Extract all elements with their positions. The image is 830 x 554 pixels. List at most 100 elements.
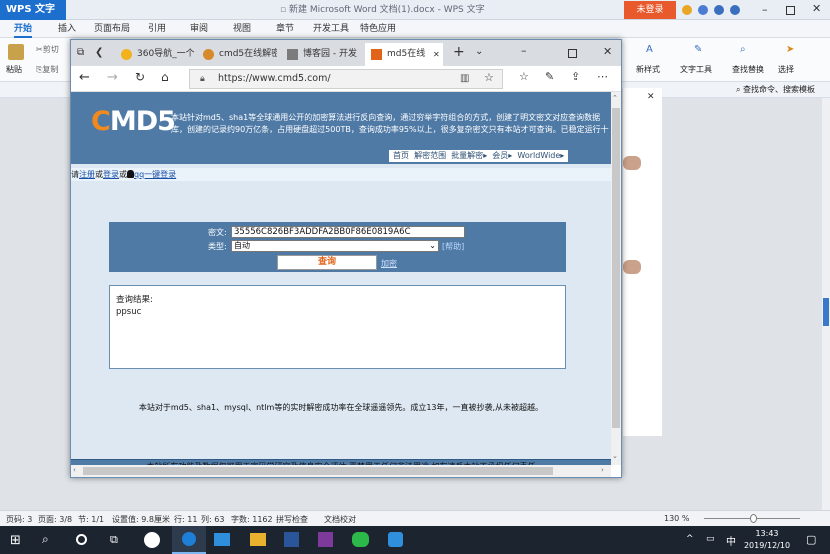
reading-view-icon[interactable]: ▥	[460, 70, 469, 88]
menu-home[interactable]: 首页	[393, 151, 409, 160]
status-wordcount[interactable]: 字数: 1162	[231, 514, 273, 525]
ime-indicator[interactable]: 中	[726, 533, 736, 548]
copy-button[interactable]: ⎘复制	[36, 64, 58, 75]
windows-start-icon[interactable]: ⊞	[10, 533, 21, 548]
tab-reference[interactable]: 引用	[148, 20, 166, 38]
browser-navbar: ← → ↻ ⌂ 🔒︎ https://www.cmd5.com/ ▥ ☆ ☆ ✎…	[71, 66, 621, 92]
scroll-left-icon[interactable]: ‹	[73, 466, 76, 474]
tab-layout[interactable]: 页面布局	[94, 20, 130, 38]
home-icon[interactable]: ⌂	[161, 70, 169, 84]
qq-login-link[interactable]: qq一键登录	[134, 170, 176, 179]
wechat-icon[interactable]	[352, 532, 369, 547]
word-icon[interactable]	[284, 532, 299, 547]
favorites-icon[interactable]: ☆	[519, 70, 529, 83]
chevron-down-icon: ⌄	[429, 241, 436, 250]
feedback-icon[interactable]	[730, 5, 740, 15]
tab-developer[interactable]: 开发工具	[313, 20, 349, 38]
tab-view[interactable]: 视图	[233, 20, 251, 38]
minimize-icon[interactable]: –	[762, 3, 768, 16]
wps-taskbar-icon[interactable]	[388, 532, 403, 547]
tab-special[interactable]: 特色应用	[360, 20, 396, 38]
panel-close-icon[interactable]: ✕	[647, 92, 655, 102]
new-tab-icon[interactable]: +	[453, 44, 465, 60]
tab-review[interactable]: 审阅	[190, 20, 208, 38]
page-vertical-scrollbar[interactable]: ⌃ ⌄	[611, 92, 621, 465]
status-spellcheck[interactable]: 拼写检查	[276, 514, 308, 525]
zoom-slider-thumb[interactable]	[750, 514, 757, 523]
tray-expand-icon[interactable]: ^	[686, 534, 694, 544]
edge-taskbar-button[interactable]	[172, 526, 206, 554]
browser-tab-active[interactable]: md5在线 ✕	[365, 43, 443, 66]
tab-insert[interactable]: 插入	[58, 20, 76, 38]
wps-login-button[interactable]: 未登录	[624, 1, 676, 19]
browser-tab[interactable]: 360导航_一个	[115, 43, 195, 66]
notification-icon[interactable]: ▢	[806, 533, 816, 546]
tab-start[interactable]: 开始	[14, 20, 33, 38]
paste-button[interactable]: 粘贴	[6, 64, 22, 75]
tab-close-icon[interactable]: ✕	[433, 43, 440, 66]
tab-chapter[interactable]: 章节	[276, 20, 294, 38]
refresh-icon[interactable]: ↻	[135, 70, 145, 84]
wps-app-menu[interactable]: WPS 文字	[0, 0, 66, 20]
clock[interactable]: 13:43 2019/12/10	[742, 528, 792, 552]
status-proofread[interactable]: 文档校对	[324, 514, 356, 525]
minimize-icon[interactable]: –	[521, 44, 527, 57]
notes-icon[interactable]: ✎	[545, 70, 554, 83]
maximize-icon[interactable]	[568, 49, 577, 58]
settings-icon[interactable]	[698, 5, 708, 15]
help-icon[interactable]	[714, 5, 724, 15]
browser-tab[interactable]: cmd5在线解密	[197, 43, 277, 66]
browser-tab[interactable]: 博客园 - 开发	[281, 43, 361, 66]
page-horizontal-scrollbar[interactable]: ‹ ›	[71, 465, 611, 477]
tab-list-icon[interactable]: ❮	[95, 47, 103, 58]
close-icon[interactable]: ✕	[812, 2, 821, 15]
status-zoom[interactable]: 130 %	[664, 514, 689, 523]
app-icon[interactable]	[144, 532, 160, 548]
encrypt-link[interactable]: 加密	[381, 258, 397, 269]
select-button[interactable]: 选择	[778, 64, 794, 75]
more-icon[interactable]: ⋯	[597, 70, 608, 83]
share-icon[interactable]: ⇪	[571, 70, 580, 83]
scroll-thumb[interactable]	[823, 298, 829, 326]
menu-member[interactable]: 会员	[492, 151, 508, 160]
cut-button[interactable]: ✂剪切	[36, 44, 59, 55]
desktop-app-icon[interactable]	[214, 533, 230, 546]
back-icon[interactable]: ←	[79, 70, 90, 85]
address-bar[interactable]: 🔒︎ https://www.cmd5.com/ ▥ ☆	[189, 69, 503, 89]
skin-icon[interactable]	[682, 5, 692, 15]
ciphertext-input[interactable]: 35556C826BF3ADDFA2BB0F86E0819A6C	[231, 226, 465, 238]
menu-batch[interactable]: 批量解密	[451, 151, 483, 160]
chevron-down-icon[interactable]: ⌄	[475, 46, 483, 57]
login-link[interactable]: 登录	[103, 170, 119, 179]
paste-icon[interactable]	[8, 44, 24, 60]
new-style-button[interactable]: 新样式	[636, 64, 660, 75]
help-link[interactable]: [帮助]	[442, 241, 464, 252]
forward-icon[interactable]: →	[107, 70, 118, 85]
register-link[interactable]: 注册	[79, 170, 95, 179]
network-icon[interactable]: ▭	[706, 534, 715, 544]
tab-preview-icon[interactable]: ⧉	[77, 47, 84, 58]
scroll-up-icon[interactable]: ⌃	[612, 94, 618, 102]
close-icon[interactable]: ✕	[603, 45, 612, 58]
find-replace-button[interactable]: 查找替换	[732, 64, 764, 75]
wps-vertical-scrollbar[interactable]	[822, 98, 830, 510]
cortana-icon[interactable]	[76, 534, 87, 545]
scroll-thumb[interactable]	[612, 108, 620, 428]
menu-range[interactable]: 解密范围	[414, 151, 446, 160]
maximize-icon[interactable]	[786, 6, 795, 15]
command-search[interactable]: ⌕ 查找命令、搜索模板	[736, 84, 815, 95]
task-view-icon[interactable]: ⧉	[110, 533, 118, 547]
cmd5-logo[interactable]: CMD5	[91, 106, 176, 137]
search-button[interactable]: 查询	[277, 255, 377, 270]
scroll-right-icon[interactable]: ›	[601, 466, 604, 474]
onenote-icon[interactable]	[318, 532, 333, 547]
folder-icon[interactable]	[250, 533, 266, 546]
menu-worldwide[interactable]: WorldWide	[517, 151, 560, 160]
lock-icon: 🔒︎	[200, 74, 205, 84]
favorite-star-icon[interactable]: ☆	[484, 69, 494, 87]
text-tools-button[interactable]: 文字工具	[680, 64, 712, 75]
search-icon[interactable]: ⌕	[42, 532, 49, 547]
hash-type-select[interactable]: 自动 ⌄	[231, 240, 439, 252]
scroll-down-icon[interactable]: ⌄	[612, 452, 618, 460]
scroll-thumb[interactable]	[83, 467, 553, 475]
